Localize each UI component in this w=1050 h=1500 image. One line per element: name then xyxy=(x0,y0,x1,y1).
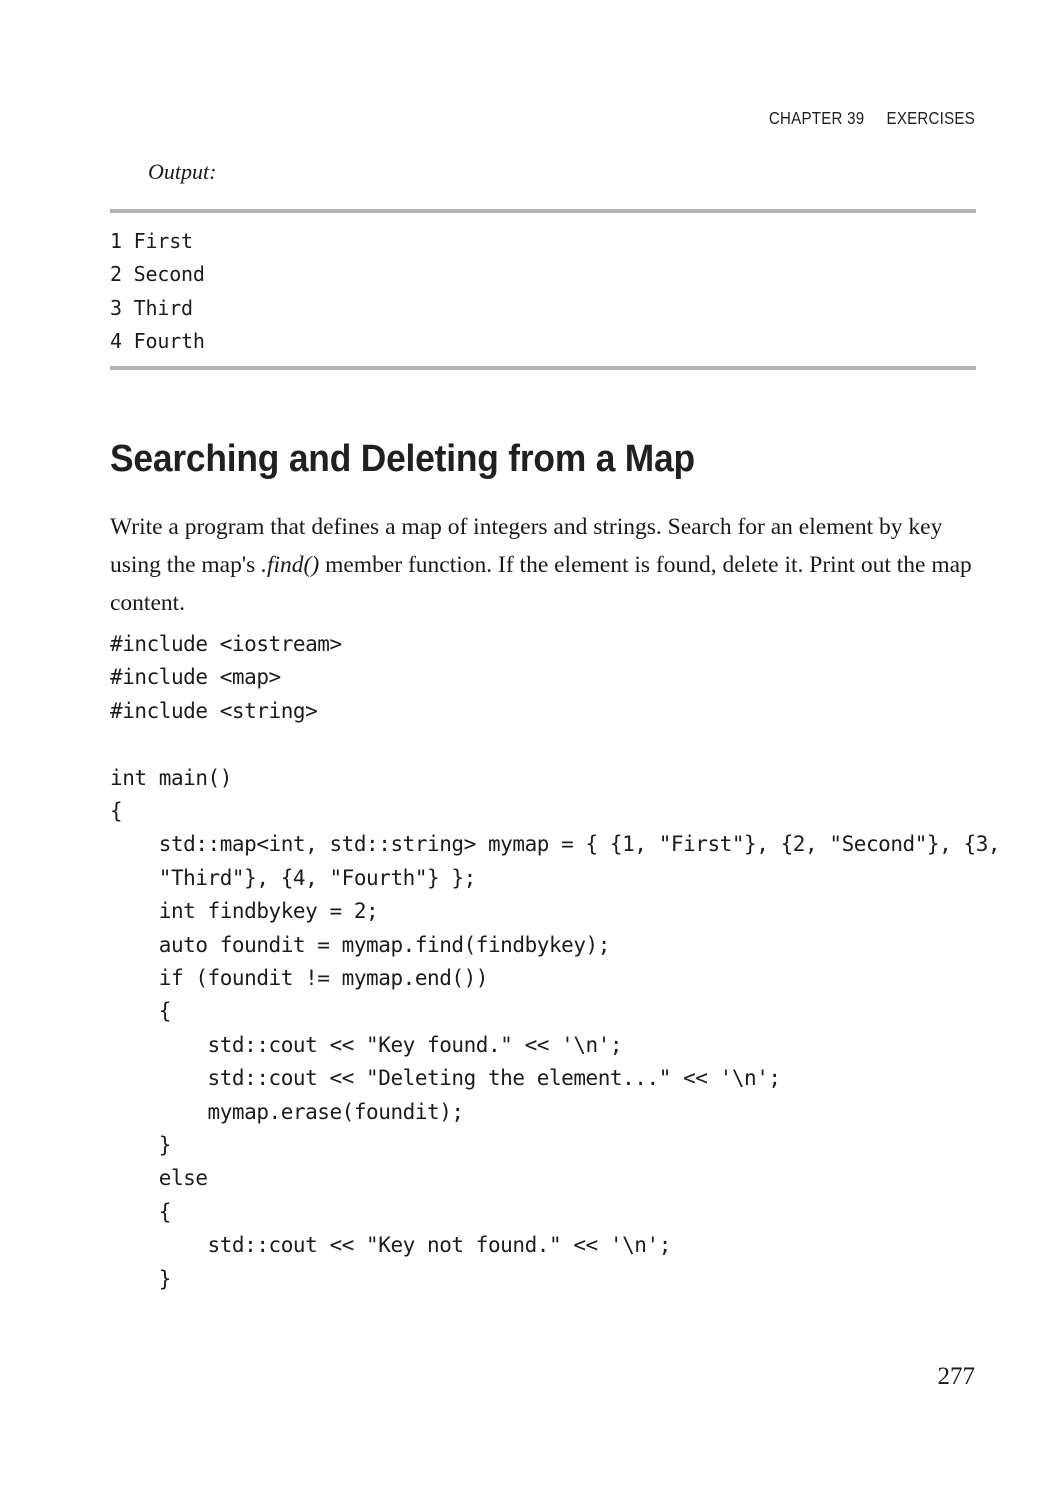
listing-line: 2 Second xyxy=(110,262,205,287)
code-line: int main() xyxy=(110,765,232,790)
code-line: { xyxy=(110,999,172,1024)
output-listing-block: 1 First 2 Second 3 Third 4 Fourth xyxy=(110,209,976,370)
code-line: auto foundit = mymap.find(findbykey); xyxy=(110,932,611,957)
document-page: CHAPTER 39 EXERCISES Output: 1 First 2 S… xyxy=(0,0,1050,1500)
code-line: mymap.erase(foundit); xyxy=(110,1099,465,1124)
running-head: CHAPTER 39 EXERCISES xyxy=(768,108,975,128)
code-line: if (foundit != mymap.end()) xyxy=(110,966,489,991)
listing-rule-bottom xyxy=(110,365,976,370)
code-line: #include <string> xyxy=(110,698,318,723)
listing-line: 3 Third xyxy=(110,295,193,320)
listing-body: 1 First 2 Second 3 Third 4 Fourth xyxy=(110,213,976,359)
code-line: #include <iostream> xyxy=(110,632,342,656)
code-line: std::cout << "Deleting the element..." <… xyxy=(110,1066,782,1091)
code-line: } xyxy=(110,1133,172,1158)
body-paragraph: Write a program that defines a map of in… xyxy=(110,508,982,622)
code-line: int findbykey = 2; xyxy=(110,899,379,924)
listing-line: 1 First xyxy=(110,229,193,253)
code-line: { xyxy=(110,799,123,824)
code-line: } xyxy=(110,1266,172,1291)
section-heading: Searching and Deleting from a Map xyxy=(110,438,695,480)
code-line: std::cout << "Key not found." << '\n'; xyxy=(110,1233,672,1258)
code-block: #include <iostream> #include <map> #incl… xyxy=(110,628,1001,1296)
listing-line: 4 Fourth xyxy=(110,329,205,354)
code-line: std::cout << "Key found." << '\n'; xyxy=(110,1032,623,1057)
code-line: std::map<int, std::string> mymap = { {1,… xyxy=(110,832,1001,857)
code-line: #include <map> xyxy=(110,665,281,690)
output-label: Output: xyxy=(148,159,217,184)
code-line: { xyxy=(110,1199,172,1224)
paragraph-emphasis-find: .find() xyxy=(261,552,320,578)
page-number: 277 xyxy=(937,1363,976,1390)
code-line: "Third"}, {4, "Fourth"} }; xyxy=(110,865,476,890)
code-line: else xyxy=(110,1166,208,1191)
